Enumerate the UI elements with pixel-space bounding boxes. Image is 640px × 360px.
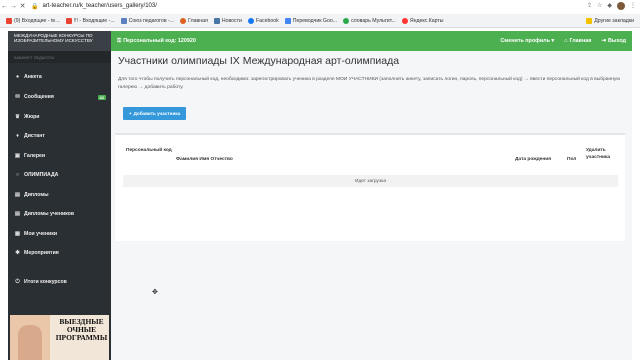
- bookmark-item[interactable]: Союз педагогов -...: [120, 17, 174, 24]
- lock-icon[interactable]: 🔒: [31, 3, 38, 10]
- messages-badge: 42: [97, 94, 106, 100]
- bookmarks-bar: (9) Входящие - te... !!! - Входящие -...…: [0, 14, 640, 28]
- sidebar-item-jury[interactable]: ♛ Жюри: [14, 112, 106, 122]
- mail-icon: [65, 17, 72, 24]
- other-bookmarks[interactable]: Другие закладки: [586, 17, 634, 24]
- column-header-name[interactable]: Фамилия Имя Отчество: [176, 156, 233, 163]
- gear-icon: ✱: [15, 250, 20, 256]
- column-header-code[interactable]: Персональный код: [126, 147, 174, 154]
- caret-down-icon: ▾: [551, 38, 555, 44]
- sidebar: Международные конкурсы по изобразительно…: [8, 31, 111, 360]
- bookmark-item[interactable]: Яндекс.Карты: [401, 17, 444, 24]
- translate-icon: [284, 17, 291, 24]
- logout-icon: ⇥: [601, 38, 606, 44]
- sidebar-item-my-students[interactable]: ▦ Мои ученики: [14, 229, 106, 239]
- facebook-icon: [247, 17, 254, 24]
- change-profile-dropdown[interactable]: Сменить профиль ▾: [500, 38, 554, 44]
- sidebar-item-events[interactable]: ✱ Мероприятия: [14, 248, 106, 258]
- home-icon: ⌂: [564, 38, 568, 44]
- share-icon[interactable]: ⇪: [587, 2, 592, 10]
- instructions-text: Для того чтобы получить персональный код…: [118, 77, 621, 90]
- menu-icon[interactable]: ⋮: [630, 2, 636, 10]
- logout-link[interactable]: ⇥ Выход: [601, 38, 626, 44]
- map-pin-icon: [401, 17, 408, 24]
- bookmark-item[interactable]: словарь Мультит...: [343, 17, 396, 24]
- sidebar-item-distance[interactable]: ♦ Дистант: [14, 131, 106, 141]
- user-icon: ●: [15, 74, 20, 80]
- bookmark-item[interactable]: Facebook: [247, 17, 279, 24]
- sidebar-item-galleries[interactable]: ▣ Галереи: [14, 151, 106, 161]
- site-icon: [180, 17, 187, 24]
- top-bar: ⚿ Персональный код: 120920 Сменить профи…: [111, 31, 632, 51]
- column-header-delete[interactable]: Удалить участника: [586, 147, 622, 161]
- page-title: Участники олимпиады IX Международная арт…: [118, 55, 400, 67]
- vk-icon: [213, 17, 220, 24]
- bookmark-item[interactable]: Главная: [180, 17, 208, 24]
- bookmark-item[interactable]: Новости: [213, 17, 242, 24]
- circle-icon: ○: [15, 172, 20, 178]
- reload-icon[interactable]: ✕: [18, 2, 27, 10]
- dictionary-icon: [343, 17, 350, 24]
- star-icon[interactable]: ☆: [597, 2, 602, 10]
- key-icon: ⚿: [117, 37, 122, 44]
- extension-icon[interactable]: ◆: [607, 2, 612, 10]
- sidebar-item-profile[interactable]: ● Анкета: [14, 72, 106, 82]
- banner-photo-figure: [18, 325, 42, 360]
- personal-code: ⚿ Персональный код: 120920: [117, 37, 196, 45]
- sidebar-item-messages[interactable]: ✉ Сообщения 42: [14, 92, 106, 102]
- sidebar-item-olympiad[interactable]: ○ ОЛИМПИАДА: [14, 170, 106, 180]
- mouse-cursor-icon: ✥: [152, 289, 158, 296]
- document-icon: ▤: [14, 192, 21, 198]
- trophy-icon: ♛: [15, 114, 20, 120]
- sidebar-item-results[interactable]: ⏻ Итоги конкурсов: [14, 277, 106, 287]
- site-icon: [120, 17, 127, 24]
- image-icon: ▣: [14, 153, 21, 159]
- browser-viewport: ← → ✕ 🔒 art-teacher.ru/k_teacher/users_g…: [0, 0, 640, 360]
- promo-banner[interactable]: Выездные очные программы: [10, 315, 109, 360]
- document-icon: ▤: [14, 211, 21, 217]
- plus-icon: +: [128, 111, 132, 116]
- sidebar-item-diplomas[interactable]: ▤ Дипломы: [14, 190, 106, 200]
- banner-text: Выездные очные программы: [55, 317, 108, 342]
- folder-icon: [586, 17, 593, 24]
- sidebar-subtitle: Кабинет педагога: [8, 51, 111, 63]
- home-link[interactable]: ⌂ Главная: [564, 38, 591, 44]
- participants-table: Персональный код Фамилия Имя Отчество Да…: [115, 133, 625, 241]
- bookmark-item[interactable]: !!! - Входящие -...: [65, 17, 115, 24]
- forward-icon[interactable]: →: [9, 3, 18, 10]
- bookmark-item[interactable]: Переводчик Goo...: [284, 17, 337, 24]
- column-header-birth[interactable]: Дата рождения: [515, 156, 551, 163]
- users-icon: ▦: [14, 231, 21, 237]
- profile-avatar[interactable]: [617, 2, 625, 10]
- add-participant-button[interactable]: + Добавить участника: [123, 107, 186, 120]
- back-icon[interactable]: ←: [0, 3, 9, 10]
- main-content: Участники олимпиады IX Международная арт…: [111, 51, 632, 360]
- site-brand[interactable]: Международные конкурсы по изобразительно…: [8, 31, 111, 51]
- power-icon: ⏻: [15, 278, 20, 285]
- loading-row: Идет загрузка: [123, 175, 618, 187]
- envelope-icon: ✉: [15, 94, 20, 100]
- url-field[interactable]: art-teacher.ru/k_teacher/users_gallery/1…: [42, 3, 156, 9]
- bookmark-item[interactable]: (9) Входящие - te...: [6, 17, 60, 24]
- column-header-sex[interactable]: Пол: [567, 156, 576, 163]
- bulb-icon: ♦: [16, 133, 19, 139]
- address-bar: ← → ✕ 🔒 art-teacher.ru/k_teacher/users_g…: [0, 0, 640, 12]
- sidebar-item-student-diplomas[interactable]: ▤ Дипломы учеников: [14, 209, 106, 219]
- mail-icon: [6, 17, 12, 24]
